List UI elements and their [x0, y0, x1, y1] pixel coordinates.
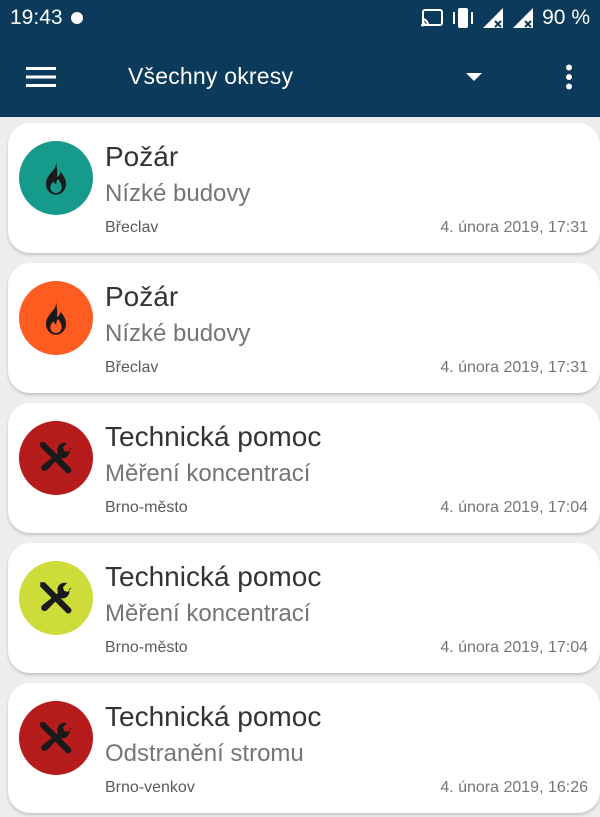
signal-icon: [512, 7, 534, 29]
toolbar-title: Všechny okresy: [128, 63, 294, 89]
incident-card[interactable]: Technická pomoc Odstranění stromu Brno-v…: [8, 683, 600, 813]
district-dropdown[interactable]: Všechny okresy: [82, 36, 538, 117]
incident-subtype: Měření koncentrací: [105, 460, 311, 487]
incident-type: Požár: [105, 141, 179, 172]
signal-icon: [482, 7, 504, 29]
app-toolbar: Všechny okresy: [0, 36, 600, 117]
incident-avatar: [19, 141, 93, 215]
incident-type: Požár: [105, 281, 179, 312]
tools-icon: [40, 582, 72, 614]
incident-avatar: [19, 561, 93, 635]
status-time: 19:43: [10, 6, 63, 29]
incident-datetime: 4. února 2019, 17:04: [440, 639, 588, 656]
incident-card[interactable]: Požár Nízké budovy Břeclav 4. února 2019…: [8, 263, 600, 393]
incident-datetime: 4. února 2019, 16:26: [440, 779, 588, 796]
incident-type: Technická pomoc: [105, 421, 322, 452]
dropdown-arrow-icon: [466, 72, 482, 81]
tools-icon: [40, 722, 72, 754]
incident-card[interactable]: Požár Nízké budovy Břeclav 4. února 2019…: [8, 123, 600, 253]
status-left: 19:43: [10, 6, 83, 30]
incident-subtype: Odstranění stromu: [105, 740, 304, 767]
battery-text: 90 %: [542, 6, 590, 29]
incident-district: Břeclav: [105, 219, 159, 236]
incident-district: Brno-město: [105, 499, 188, 516]
incident-avatar: [19, 281, 93, 355]
incident-datetime: 4. února 2019, 17:31: [440, 359, 588, 376]
incident-type: Technická pomoc: [105, 561, 322, 592]
incident-card[interactable]: Technická pomoc Měření koncentrací Brno-…: [8, 543, 600, 673]
fire-icon: [46, 161, 66, 195]
hamburger-menu-icon[interactable]: [0, 36, 82, 117]
incident-district: Brno-město: [105, 639, 188, 656]
notification-dot-icon: [70, 12, 83, 24]
incident-datetime: 4. února 2019, 17:04: [440, 499, 588, 516]
incident-subtype: Nízké budovy: [105, 180, 251, 207]
incident-district: Břeclav: [105, 359, 159, 376]
incident-list[interactable]: Požár Nízké budovy Břeclav 4. února 2019…: [0, 117, 600, 817]
incident-subtype: Nízké budovy: [105, 320, 251, 347]
fire-icon: [46, 301, 66, 335]
status-right: 90 %: [420, 6, 590, 30]
status-bar: 19:43 90 %: [0, 0, 600, 36]
incident-card[interactable]: Technická pomoc Měření koncentrací Brno-…: [8, 403, 600, 533]
more-vert-icon[interactable]: [538, 36, 600, 117]
cast-icon: [420, 8, 444, 28]
tools-icon: [40, 442, 72, 474]
incident-avatar: [19, 701, 93, 775]
incident-type: Technická pomoc: [105, 701, 322, 732]
incident-avatar: [19, 421, 93, 495]
incident-datetime: 4. února 2019, 17:31: [440, 219, 588, 236]
vibrate-icon: [452, 6, 474, 30]
incident-district: Brno-venkov: [105, 779, 195, 796]
incident-subtype: Měření koncentrací: [105, 600, 311, 627]
